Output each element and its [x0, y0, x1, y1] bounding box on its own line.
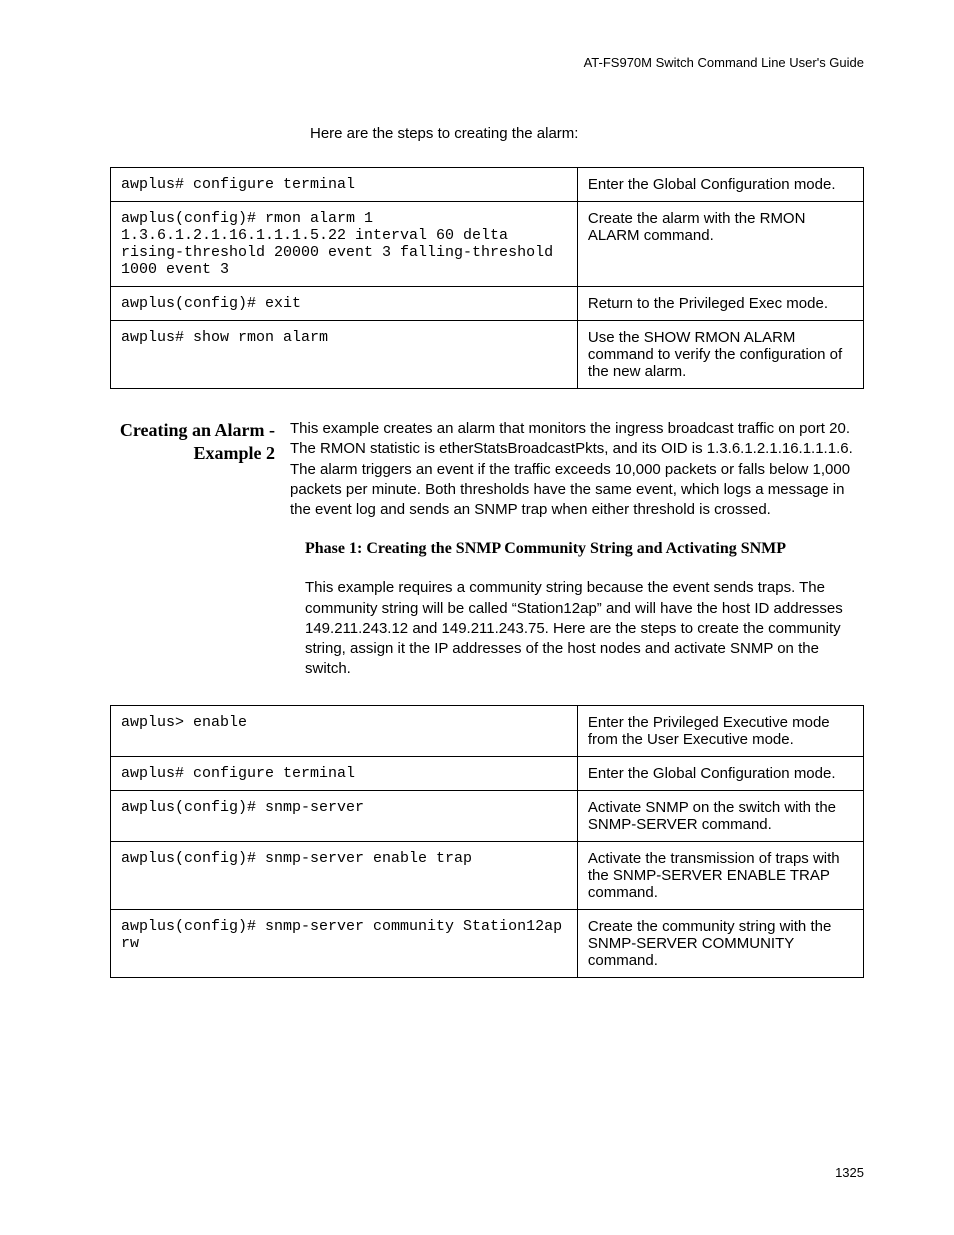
command-cell: awplus(config)# snmp-server — [111, 790, 578, 841]
table-row: awplus# configure terminal Enter the Glo… — [111, 168, 864, 202]
table-row: awplus> enable Enter the Privileged Exec… — [111, 705, 864, 756]
table-row: awplus(config)# snmp-server Activate SNM… — [111, 790, 864, 841]
table-row: awplus(config)# rmon alarm 1 1.3.6.1.2.1… — [111, 202, 864, 287]
command-cell: awplus# show rmon alarm — [111, 321, 578, 389]
command-cell: awplus(config)# snmp-server enable trap — [111, 841, 578, 909]
table-row: awplus(config)# exit Return to the Privi… — [111, 287, 864, 321]
description-cell: Return to the Privileged Exec mode. — [577, 287, 863, 321]
table-row: awplus(config)# snmp-server community St… — [111, 909, 864, 977]
section-example-2: Creating an Alarm - Example 2 This examp… — [110, 419, 864, 520]
header-guide-title: AT-FS970M Switch Command Line User's Gui… — [110, 55, 864, 70]
description-cell: Use the SHOW RMON ALARM command to verif… — [577, 321, 863, 389]
phase-body: This example requires a community string… — [305, 578, 864, 679]
command-cell: awplus(config)# rmon alarm 1 1.3.6.1.2.1… — [111, 202, 578, 287]
description-cell: Enter the Global Configuration mode. — [577, 756, 863, 790]
table-row: awplus# show rmon alarm Use the SHOW RMO… — [111, 321, 864, 389]
section-body: This example creates an alarm that monit… — [290, 419, 864, 520]
section-heading: Creating an Alarm - Example 2 — [110, 419, 290, 466]
description-cell: Enter the Global Configuration mode. — [577, 168, 863, 202]
description-cell: Activate SNMP on the switch with the SNM… — [577, 790, 863, 841]
description-cell: Activate the transmission of traps with … — [577, 841, 863, 909]
page-number: 1325 — [835, 1165, 864, 1180]
command-cell: awplus(config)# snmp-server community St… — [111, 909, 578, 977]
command-cell: awplus# configure terminal — [111, 168, 578, 202]
steps-table-2: awplus> enable Enter the Privileged Exec… — [110, 705, 864, 978]
description-cell: Create the alarm with the RMON ALARM com… — [577, 202, 863, 287]
description-cell: Create the community string with the SNM… — [577, 909, 863, 977]
steps-table-1: awplus# configure terminal Enter the Glo… — [110, 167, 864, 389]
command-cell: awplus# configure terminal — [111, 756, 578, 790]
table-row: awplus(config)# snmp-server enable trap … — [111, 841, 864, 909]
command-cell: awplus> enable — [111, 705, 578, 756]
intro-text: Here are the steps to creating the alarm… — [310, 125, 864, 142]
table-row: awplus# configure terminal Enter the Glo… — [111, 756, 864, 790]
phase-heading: Phase 1: Creating the SNMP Community Str… — [305, 540, 864, 558]
description-cell: Enter the Privileged Executive mode from… — [577, 705, 863, 756]
command-cell: awplus(config)# exit — [111, 287, 578, 321]
